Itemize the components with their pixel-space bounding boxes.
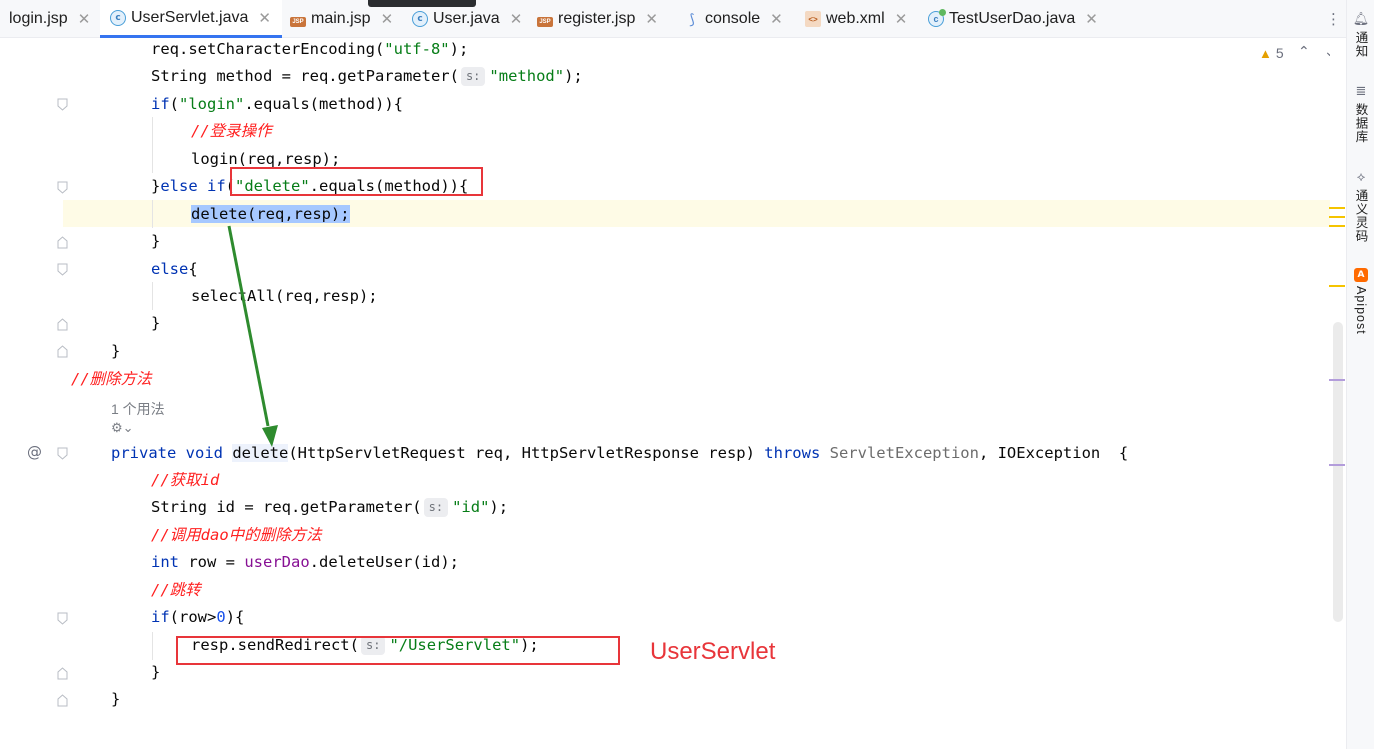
error-stripe-mark[interactable] [1329, 225, 1345, 227]
annotation-arrow [227, 225, 278, 447]
tool-window-tongyi-lingma[interactable]: ⟡ 通义灵码 [1347, 170, 1374, 243]
previous-highlight-icon[interactable]: ⌃ [1298, 44, 1310, 60]
database-icon: ≣ [1355, 84, 1367, 99]
error-stripe-mark[interactable] [1329, 285, 1345, 287]
bell-icon: 🔔︎ [1352, 12, 1370, 27]
arrow-shaft [227, 225, 270, 427]
scrollbar-thumb[interactable] [1333, 322, 1343, 622]
apipost-icon: A [1354, 268, 1368, 282]
error-stripe-mark[interactable] [1329, 464, 1345, 466]
error-stripe-mark[interactable] [1329, 379, 1345, 381]
warning-icon: ▲ [1259, 45, 1272, 61]
arrow-head [262, 425, 278, 447]
ai-assistant-icon: ⟡ [1356, 170, 1366, 185]
tool-window-apipost[interactable]: A Apipost [1347, 268, 1374, 335]
error-stripe-mark[interactable] [1329, 207, 1345, 209]
error-stripe-mark[interactable] [1329, 216, 1345, 218]
warning-count: 5 [1275, 45, 1284, 61]
inspection-widget[interactable]: ▲ 5 [1259, 45, 1284, 61]
tool-window-notifications[interactable]: 🔔︎ 通知 [1347, 12, 1374, 58]
tool-window-database[interactable]: ≣ 数据库 [1347, 84, 1374, 144]
right-tool-stripe: 🔔︎ 通知 ≣ 数据库 ⟡ 通义灵码 A Apipost [1346, 0, 1374, 749]
